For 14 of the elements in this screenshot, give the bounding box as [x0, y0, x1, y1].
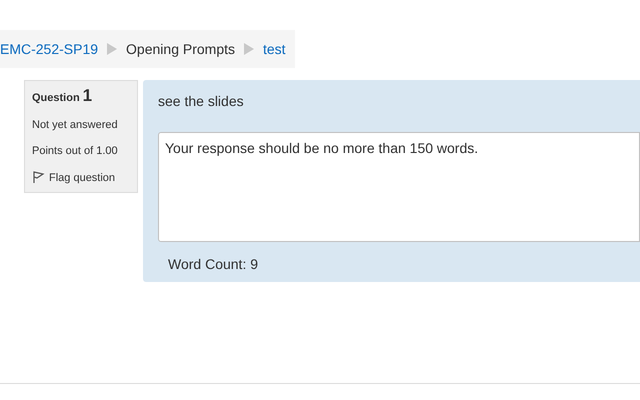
- question-label: Question: [32, 91, 80, 106]
- flag-question-link[interactable]: Flag question: [32, 170, 130, 186]
- word-count: Word Count: 9: [168, 255, 260, 274]
- question-text: see the slides: [158, 92, 245, 111]
- question-status: Not yet answered: [32, 118, 119, 132]
- response-field[interactable]: Your response should be no more than 150 words.: [158, 132, 640, 242]
- triangle-icon: [107, 43, 118, 55]
- breadcrumb-link[interactable]: test: [263, 38, 286, 60]
- question-number: 1: [82, 87, 92, 104]
- breadcrumb-link[interactable]: EMC-252-SP19: [0, 38, 98, 60]
- flag-icon: [32, 171, 45, 184]
- triangle-icon: [244, 43, 254, 55]
- question-points: Points out of 1.00: [32, 144, 119, 159]
- breadcrumb-item: Opening Prompts: [126, 40, 235, 59]
